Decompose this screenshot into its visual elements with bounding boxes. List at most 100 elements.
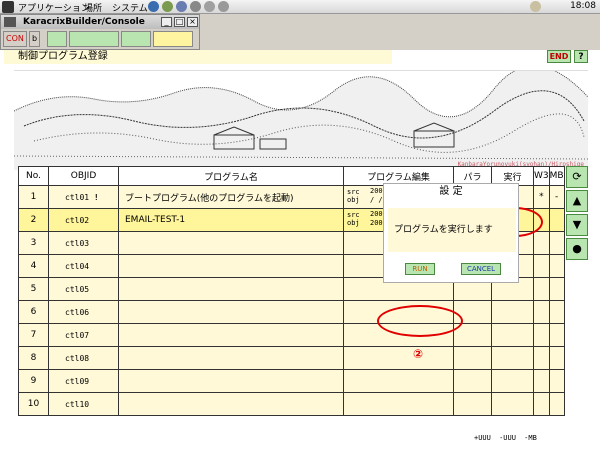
row-objid-text: ctl08 [65,353,90,363]
row-w3[interactable] [533,231,550,255]
column-header-no: No. [18,166,49,186]
footer-plus-uuu[interactable]: +UUU [474,434,491,442]
network-icon[interactable] [176,1,187,12]
row-mb[interactable] [548,300,565,324]
refresh-icon[interactable]: ⟳ [566,166,588,188]
table-row[interactable]: 10 ctl10 [18,392,565,416]
row-program-name[interactable] [118,323,344,347]
row-program-name[interactable] [118,254,344,278]
row-mb[interactable] [548,346,565,370]
row-mb[interactable]: - [548,185,565,209]
menu-system[interactable]: システム [112,1,148,14]
close-button[interactable]: × [187,17,198,27]
row-run-cell[interactable] [491,369,534,393]
end-button[interactable]: END [547,50,571,63]
footer-minus-mb[interactable]: -MB [524,434,537,442]
row-objid[interactable]: ctl10 [48,392,119,416]
menu-places[interactable]: 場所 [84,1,102,14]
row-w3[interactable] [533,277,550,301]
editor-icon[interactable] [218,1,229,12]
row-program-name[interactable]: ブートプログラム(他のプログラムを起動) [118,185,344,209]
down-arrow-icon[interactable]: ▼ [566,214,588,236]
row-run-cell[interactable] [491,346,534,370]
row-mb[interactable] [548,323,565,347]
row-w3[interactable]: * [533,185,550,209]
table-row[interactable]: 8 ctl08 [18,346,565,370]
row-mb[interactable] [548,231,565,255]
row-mb[interactable] [548,208,565,232]
terminal-icon[interactable] [190,1,201,12]
row-objid[interactable]: ctl02 [48,208,119,232]
mail-icon[interactable] [162,1,173,12]
row-objid[interactable]: ctl03 [48,231,119,255]
toolbar-yellow-button[interactable] [153,31,193,47]
row-param[interactable] [453,392,492,416]
display-icon[interactable] [204,1,215,12]
row-mb[interactable] [548,392,565,416]
source-label: src obj [347,211,360,227]
row-objid[interactable]: ctl06 [48,300,119,324]
row-w3[interactable] [533,392,550,416]
row-program-name[interactable] [118,300,344,324]
toolbar-green-button[interactable] [47,31,67,47]
menu-applications[interactable]: アプリケーション [18,1,90,14]
app-header: 制御プログラム登録 END ? [0,50,600,64]
row-w3[interactable] [533,346,550,370]
row-program-name[interactable] [118,346,344,370]
row-mb[interactable] [548,254,565,278]
row-objid[interactable]: ctl01 ! [48,185,119,209]
row-run-cell[interactable] [491,323,534,347]
row-program-name[interactable] [118,392,344,416]
row-mb[interactable] [548,277,565,301]
row-w3[interactable] [533,300,550,324]
dialog-message: プログラムを実行します [388,208,516,252]
row-number: 3 [18,231,49,255]
toolbar-green-button[interactable] [121,31,151,47]
annotation-mark-2: ② [413,347,424,361]
row-mb[interactable] [548,369,565,393]
row-run-cell[interactable] [491,300,534,324]
row-w3[interactable] [533,323,550,347]
row-objid[interactable]: ctl09 [48,369,119,393]
src-label: src [347,211,360,219]
row-program-name[interactable] [118,277,344,301]
row-objid[interactable]: ctl07 [48,323,119,347]
row-program-edit[interactable] [343,346,454,370]
cancel-button[interactable]: CANCEL [461,263,501,275]
row-objid[interactable]: ctl05 [48,277,119,301]
row-objid[interactable]: ctl08 [48,346,119,370]
footer-minus-uuu[interactable]: -UUU [499,434,516,442]
table-row[interactable]: 7 ctl07 [18,323,565,347]
speaker-icon[interactable] [530,1,541,12]
toolbar-green-button[interactable] [69,31,119,47]
foot-logo-icon[interactable] [2,1,14,13]
up-arrow-icon[interactable]: ▲ [566,190,588,212]
con-button[interactable]: CON [3,31,27,47]
row-program-edit[interactable] [343,392,454,416]
table-row[interactable]: 9 ctl09 [18,369,565,393]
row-objid-text: ctl03 [65,238,90,248]
row-param[interactable] [453,346,492,370]
row-w3[interactable] [533,254,550,278]
row-program-name[interactable]: EMAIL-TEST-1 [118,208,344,232]
table-row[interactable]: 6 ctl06 [18,300,565,324]
row-w3[interactable] [533,369,550,393]
browser-icon[interactable] [148,1,159,12]
row-program-edit[interactable] [343,369,454,393]
row-flag: ! [93,192,99,202]
row-param[interactable] [453,369,492,393]
row-objid-text: ctl09 [65,376,90,386]
row-program-name[interactable] [118,231,344,255]
row-objid[interactable]: ctl04 [48,254,119,278]
maximize-button[interactable]: □ [174,17,185,27]
row-program-name[interactable] [118,369,344,393]
row-objid-text: ctl06 [65,307,90,317]
row-run-cell[interactable] [491,392,534,416]
run-button[interactable]: RUN [405,263,435,275]
toolbar-button[interactable]: b [29,31,41,47]
row-number: 2 [18,208,49,232]
dot-icon[interactable]: ● [566,238,588,260]
minimize-button[interactable]: _ [161,17,172,27]
obj-label: obj [347,219,360,227]
help-button[interactable]: ? [574,50,588,63]
